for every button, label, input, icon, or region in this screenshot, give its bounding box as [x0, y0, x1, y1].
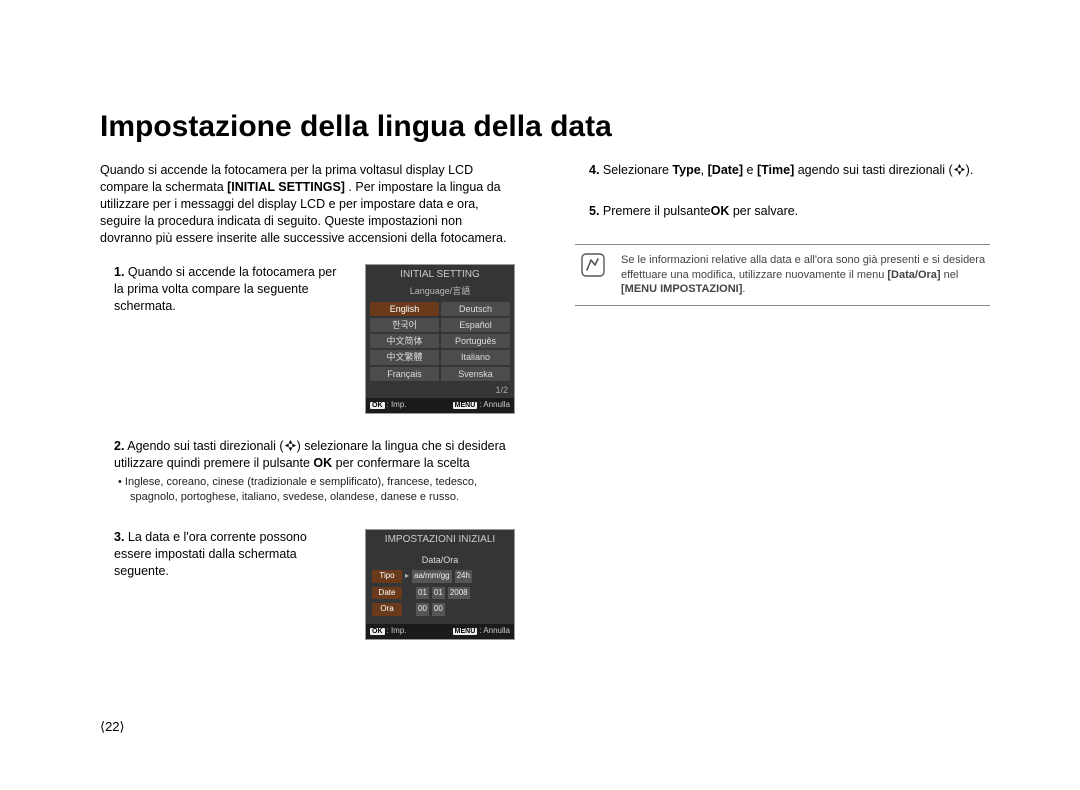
step-4-b1: Type — [672, 163, 700, 177]
step-4-c1: , — [701, 163, 708, 177]
dt-tipo-v1: aa/mm/gg — [412, 570, 452, 583]
dt-row-date: Date 01 01 2008 — [372, 587, 508, 600]
dt-date-v1: 01 — [416, 587, 429, 600]
dt-row-tipo: Tipo ▸ aa/mm/gg 24h — [372, 570, 508, 583]
dt-ora-label: Ora — [372, 603, 402, 616]
note-text: Se le informazioni relative alla data e … — [621, 253, 986, 298]
step-4-b2: [Date] — [708, 163, 743, 177]
note-icon — [579, 253, 607, 298]
step-4-c2: e — [743, 163, 757, 177]
page-number: ⟨22⟩ — [100, 719, 125, 735]
lang-chinese-trad: 中文繁體 — [370, 350, 439, 364]
intro-bold: [INITIAL SETTINGS] — [227, 180, 345, 194]
lang-italiano: Italiano — [441, 350, 510, 364]
lcd1-page: 1/2 — [366, 383, 514, 398]
dpad-icon — [953, 163, 966, 176]
lcd-initial-setting: INITIAL SETTING Language/言語 English Deut… — [365, 264, 515, 413]
dt-ora-v1: 00 — [416, 603, 429, 616]
step-5: 5. Premere il pulsanteOK per salvare. — [589, 203, 990, 220]
dt-date-label: Date — [372, 587, 402, 600]
dt-date-v2: 01 — [432, 587, 445, 600]
dt-tipo-label: Tipo — [372, 570, 402, 583]
content-columns: Quando si accende la fotocamera per la p… — [100, 162, 990, 664]
lcd2-footer: OK: Imp. MENU: Annulla — [366, 624, 514, 639]
step-1: 1. Quando si accende la fotocamera per l… — [114, 264, 515, 413]
lcd1-menu-label: : Annulla — [479, 400, 510, 409]
step-4-pre: Selezionare — [603, 163, 673, 177]
lcd2-ok-label: : Imp. — [387, 626, 407, 635]
dt-arrow-icon: ▸ — [405, 571, 409, 582]
note-b2: [MENU IMPOSTAZIONI] — [621, 283, 742, 295]
lcd1-lang-grid: English Deutsch 한국어 Español 中文简体 Portugu… — [366, 300, 514, 383]
lcd2-sub: Data/Ora — [372, 552, 508, 570]
step-3-text: La data e l'ora corrente possono essere … — [114, 530, 307, 578]
lcd-date-time: IMPOSTAZIONI INIZIALI Data/Ora Tipo ▸ aa… — [365, 529, 515, 640]
step-2-num: 2. — [114, 439, 124, 453]
lcd1-sub: Language/言語 — [366, 285, 514, 300]
dt-ora-v2: 00 — [432, 603, 445, 616]
step-5-pre: Premere il pulsante — [603, 204, 711, 218]
lcd2-ok-tag: OK — [370, 628, 385, 635]
lcd2-title: IMPOSTAZIONI INIZIALI — [366, 530, 514, 550]
lang-portugues: Português — [441, 334, 510, 348]
lcd1-footer: OK: Imp. MENU: Annulla — [366, 398, 514, 413]
step-2-ok: OK — [313, 456, 332, 470]
lang-deutsch: Deutsch — [441, 302, 510, 316]
step-2-pre: Agendo sui tasti direzionali ( — [127, 439, 283, 453]
step-5-b: OK — [711, 204, 730, 218]
lcd2-menu-tag: MENU — [453, 628, 478, 635]
lang-svenska: Svenska — [441, 367, 510, 381]
note-block: Se le informazioni relative alla data e … — [575, 244, 990, 307]
step-5-post: per salvare. — [729, 204, 798, 218]
step-2: 2. Agendo sui tasti direzionali () selez… — [114, 438, 515, 505]
lcd1-ok-tag: OK — [370, 402, 385, 409]
step-1-text: Quando si accende la fotocamera per la p… — [114, 265, 336, 313]
page-title: Impostazione della lingua della data — [100, 110, 990, 144]
step-4-end: ). — [966, 163, 974, 177]
lcd1-menu-tag: MENU — [453, 402, 478, 409]
dt-row-ora: Ora 00 00 — [372, 603, 508, 616]
dt-tipo-v2: 24h — [455, 570, 472, 583]
right-column: 4. Selezionare Type, [Date] e [Time] age… — [575, 162, 990, 664]
lang-korean: 한국어 — [370, 318, 439, 332]
step-4-num: 4. — [589, 163, 599, 177]
step-4: 4. Selezionare Type, [Date] e [Time] age… — [589, 162, 990, 179]
note-mid: nel — [941, 269, 959, 281]
step-2-bullet: Inglese, coreano, cinese (tradizionale e… — [114, 475, 515, 505]
lcd2-menu-label: : Annulla — [479, 626, 510, 635]
step-1-num: 1. — [114, 265, 124, 279]
step-4-b3: [Time] — [757, 163, 794, 177]
lang-chinese-simp: 中文简体 — [370, 334, 439, 348]
dt-date-v3: 2008 — [448, 587, 470, 600]
step-3: 3. La data e l'ora corrente possono esse… — [114, 529, 515, 640]
step-2-post: per confermare la scelta — [332, 456, 470, 470]
dpad-icon — [284, 439, 297, 452]
step-5-num: 5. — [589, 204, 599, 218]
lang-espanol: Español — [441, 318, 510, 332]
intro-paragraph: Quando si accende la fotocamera per la p… — [100, 162, 515, 246]
lcd1-title: INITIAL SETTING — [366, 265, 514, 285]
step-4-post: agendo sui tasti direzionali ( — [794, 163, 952, 177]
lang-francais: Français — [370, 367, 439, 381]
lcd1-ok-label: : Imp. — [387, 400, 407, 409]
step-3-num: 3. — [114, 530, 124, 544]
note-post: . — [742, 283, 745, 295]
left-column: Quando si accende la fotocamera per la p… — [100, 162, 515, 664]
note-b1: [Data/Ora] — [887, 269, 940, 281]
lang-english: English — [370, 302, 439, 316]
